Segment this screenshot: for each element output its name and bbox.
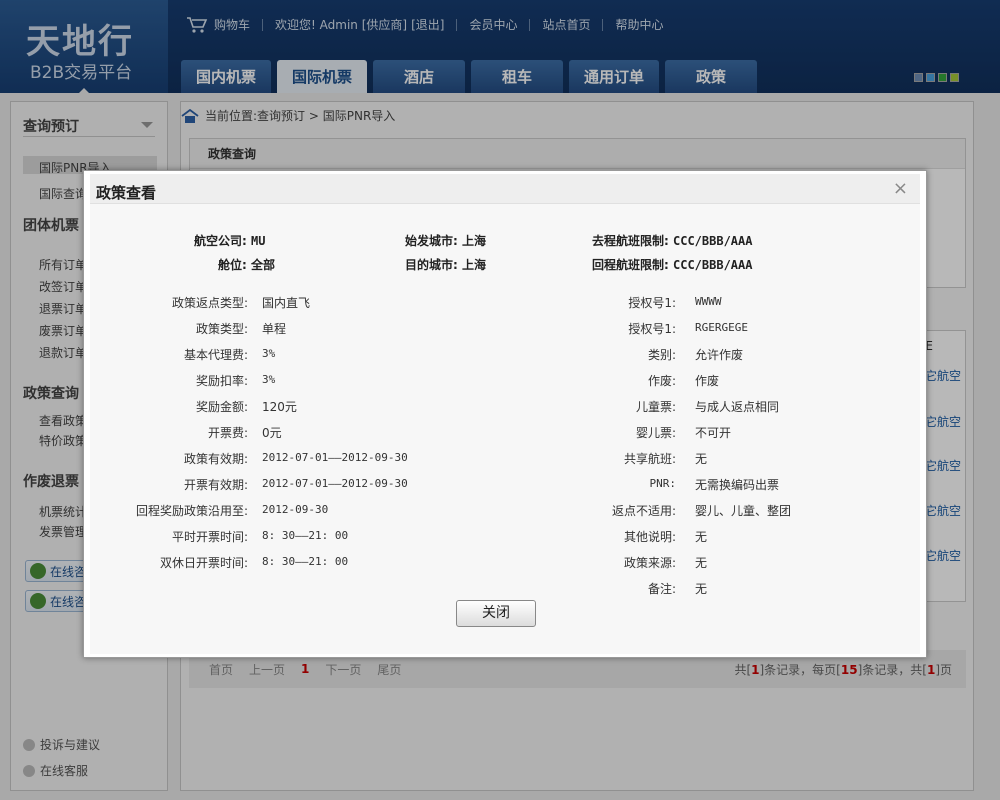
field-label: 儿童票:: [635, 400, 676, 414]
field-value: 与成人返点相同: [695, 400, 780, 414]
close-icon[interactable]: ×: [893, 178, 908, 199]
dialog-titlebar[interactable]: 政策查看 ×: [90, 174, 920, 204]
field-value: 120元: [262, 400, 297, 414]
field-label: 类别:: [647, 348, 676, 362]
field-label: 共享航班:: [623, 452, 676, 466]
origin-city-field: 始发城市: 上海: [405, 234, 487, 248]
field-label: 作废:: [647, 374, 676, 388]
field-value: 无: [695, 582, 708, 596]
field-label: 备注:: [647, 582, 676, 596]
field-label: 开票有效期:: [183, 478, 248, 492]
field-value: 无: [695, 556, 708, 570]
dialog-title: 政策查看: [96, 184, 157, 202]
field-value: 单程: [262, 322, 287, 336]
field-label: 基本代理费:: [183, 348, 248, 362]
field-label: 双休日开票时间:: [159, 556, 248, 570]
close-button[interactable]: 关闭: [456, 600, 536, 627]
field-value: 国内直飞: [262, 296, 311, 310]
field-value: 2012-09-30: [262, 503, 329, 516]
field-value: 婴儿、儿童、整团: [695, 504, 792, 518]
field-value: 不可开: [695, 426, 732, 440]
field-label: 政策类型:: [195, 322, 248, 336]
field-label: 返点不适用:: [611, 504, 676, 518]
field-label: 政策有效期:: [183, 452, 248, 466]
field-label: 政策返点类型:: [171, 296, 248, 310]
airline-field: 航空公司: MU: [194, 234, 266, 248]
destination-city-field: 目的城市: 上海: [405, 258, 487, 272]
field-value: 允许作废: [695, 348, 744, 362]
field-value: 无: [695, 452, 708, 466]
field-value: 3%: [262, 347, 276, 360]
field-label: 回程奖励政策沿用至:: [135, 504, 248, 518]
policy-view-dialog: 政策查看 × 航空公司: MU 舱位: 全部 始发城市: 上海 目的城市: 上海…: [83, 170, 927, 658]
field-value: 2012-07-01——2012-09-30: [262, 451, 408, 464]
field-value: 作废: [695, 374, 720, 388]
field-value: RGERGEGE: [695, 321, 748, 334]
field-label: 平时开票时间:: [171, 530, 248, 544]
outbound-flight-limit-field: 去程航班限制: CCC/BBB/AAA: [592, 234, 753, 248]
field-label: 奖励扣率:: [195, 374, 248, 388]
field-label: 授权号1:: [628, 296, 676, 310]
dialog-body: 政策查看 × 航空公司: MU 舱位: 全部 始发城市: 上海 目的城市: 上海…: [90, 174, 920, 654]
field-value: 8: 30——21: 00: [262, 555, 349, 568]
field-value: 3%: [262, 373, 276, 386]
field-value: 无需换编码出票: [695, 478, 780, 492]
field-label: 奖励金额:: [195, 400, 248, 414]
cabin-field: 舱位: 全部: [218, 258, 276, 272]
field-value: 2012-07-01——2012-09-30: [262, 477, 408, 490]
field-label: 开票费:: [207, 426, 248, 440]
field-value: WWWW: [695, 295, 722, 308]
field-label: PNR:: [649, 477, 677, 490]
field-label: 授权号1:: [628, 322, 676, 336]
field-value: 0元: [262, 426, 282, 440]
field-label: 婴儿票:: [635, 426, 676, 440]
return-flight-limit-field: 回程航班限制: CCC/BBB/AAA: [592, 258, 753, 272]
field-value: 无: [695, 530, 708, 544]
field-value: 8: 30——21: 00: [262, 529, 349, 542]
field-label: 其他说明:: [623, 530, 676, 544]
field-label: 政策来源:: [623, 556, 676, 570]
